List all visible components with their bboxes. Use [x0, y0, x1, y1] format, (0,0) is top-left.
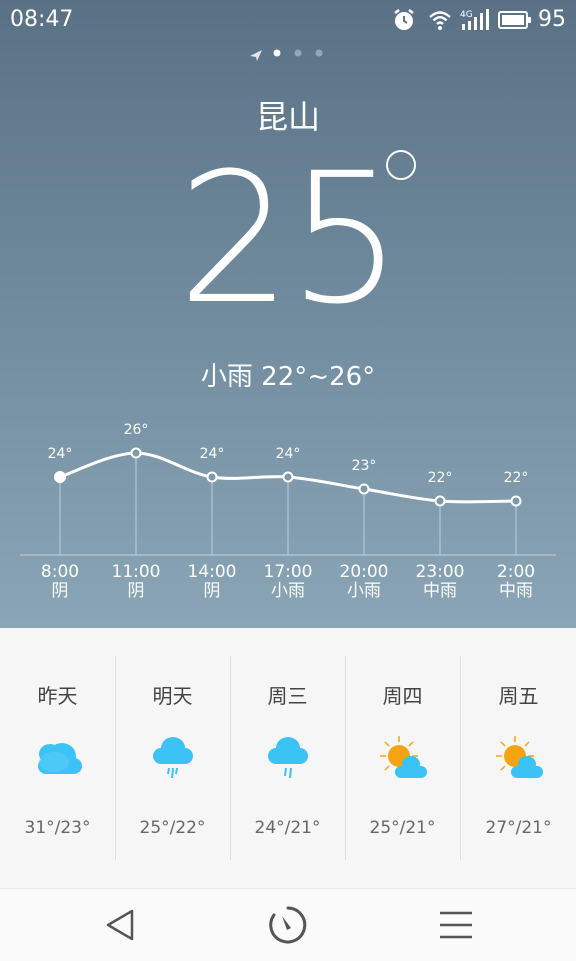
battery-icon [498, 11, 531, 29]
weather-header: 08:47 4G 95 昆山 25 小雨 22°~26° 24° 8:00 阴 … [0, 0, 576, 628]
temperature-point [282, 471, 294, 483]
status-bar: 08:47 4G 95 [0, 0, 576, 40]
daily-item-thu[interactable]: 周四 25°/21° [345, 628, 460, 888]
hour-condition-label: 阴 [128, 581, 145, 601]
daily-item-yesterday[interactable]: 昨天 31°/23° [0, 628, 115, 888]
daily-range: 27°/21° [485, 818, 552, 838]
temperature-point [54, 471, 66, 483]
navigation-bar [0, 888, 576, 961]
rain-icon [268, 737, 308, 779]
cloudy-icon [38, 743, 82, 774]
hour-condition-label: 中雨 [499, 581, 533, 601]
temperature-label: 22° [504, 470, 529, 486]
page-dot-active [273, 49, 281, 57]
temperature-label: 24° [276, 446, 301, 462]
temperature-label: 23° [352, 458, 377, 474]
daily-range: 25°/21° [369, 818, 436, 838]
wifi-icon [429, 11, 451, 30]
status-time: 08:47 [10, 7, 74, 32]
temperature-point [206, 471, 218, 483]
alarm-icon [394, 9, 414, 30]
hour-time-label: 14:00 [188, 562, 237, 582]
hour-time-label: 20:00 [340, 562, 389, 582]
hour-condition-label: 中雨 [423, 581, 457, 601]
daily-forecast: 昨天 31°/23° 明天 25°/22° 周三 24°/21° 周四 25°/… [0, 628, 576, 888]
temperature-point [510, 495, 522, 507]
degree-symbol [386, 150, 416, 180]
menu-icon[interactable] [434, 903, 478, 947]
hourly-forecast-chart: 24° 8:00 阴 26° 11:00 阴 24° 14:00 阴 24° 17:00 小雨 23° 2… [0, 410, 576, 620]
daily-range: 24°/21° [254, 818, 321, 838]
hour-time-label: 17:00 [264, 562, 313, 582]
current-condition-range: 小雨 22°~26° [200, 362, 376, 392]
daily-range: 31°/23° [24, 818, 91, 838]
temperature-label: 24° [200, 446, 225, 462]
hour-condition-label: 阴 [52, 581, 69, 601]
page-indicator[interactable] [0, 44, 576, 64]
hour-time-label: 23:00 [416, 562, 465, 582]
home-icon[interactable] [266, 903, 310, 947]
battery-percent: 95 [538, 7, 566, 32]
hour-condition-label: 小雨 [271, 581, 305, 601]
daily-range: 25°/22° [139, 818, 206, 838]
location-arrow-icon [250, 50, 262, 61]
hour-time-label: 8:00 [41, 562, 79, 582]
daily-day-name: 周三 [267, 684, 308, 708]
page-dot [294, 49, 302, 57]
partly-sunny-icon [496, 736, 543, 778]
daily-day-name: 周五 [498, 684, 539, 708]
daily-day-name: 周四 [382, 684, 423, 708]
svg-text:4G: 4G [460, 10, 473, 20]
hour-condition-label: 小雨 [347, 581, 381, 601]
temperature-label: 24° [48, 446, 73, 462]
current-temperature: 25 [177, 135, 402, 344]
hourly-chart-svg: 24°8:00阴26°11:00阴24°14:00阴24°17:00小雨23°2… [20, 422, 556, 601]
daily-item-wed[interactable]: 周三 24°/21° [230, 628, 345, 888]
daily-day-name: 明天 [152, 684, 193, 708]
temperature-point [358, 483, 370, 495]
daily-day-name: 昨天 [37, 684, 78, 708]
page-dot [315, 49, 323, 57]
hour-time-label: 2:00 [497, 562, 535, 582]
temperature-label: 22° [428, 470, 453, 486]
partly-sunny-icon [380, 736, 427, 778]
city-name: 昆山 [255, 98, 320, 136]
temperature-label: 26° [124, 422, 149, 438]
rain-icon [153, 737, 193, 779]
back-icon[interactable] [98, 903, 142, 947]
hour-condition-label: 阴 [204, 581, 221, 601]
hour-time-label: 11:00 [112, 562, 161, 582]
daily-item-fri[interactable]: 周五 27°/21° [461, 628, 576, 888]
daily-item-tomorrow[interactable]: 明天 25°/22° [115, 628, 230, 888]
temperature-point [130, 447, 142, 459]
signal-4g-icon: 4G [460, 9, 489, 30]
temperature-point [434, 495, 446, 507]
